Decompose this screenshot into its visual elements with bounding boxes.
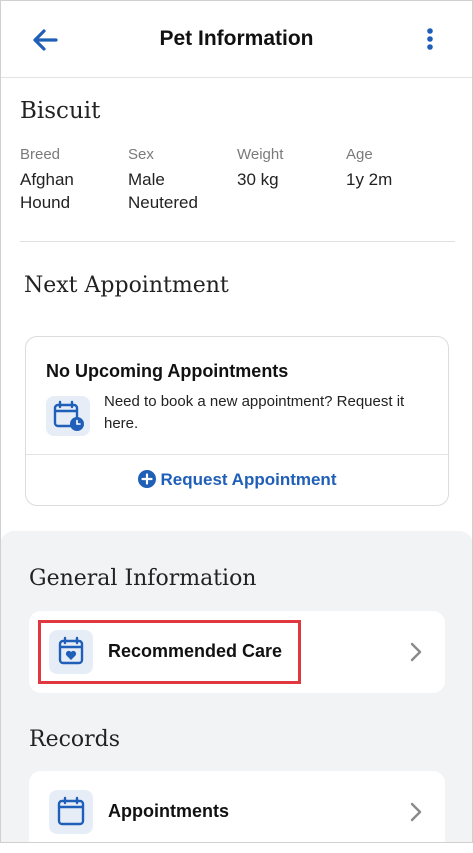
attribute-value: Male: [128, 170, 165, 189]
chevron-right-icon: [410, 802, 422, 822]
calendar-clock-icon: [46, 396, 90, 436]
recommended-care-item[interactable]: Recommended Care: [29, 611, 445, 693]
pet-attribute-weight: Weight 30 kg: [237, 146, 283, 191]
attribute-value: 30 kg: [237, 170, 279, 189]
calendar-icon: [49, 790, 93, 834]
pet-name: Biscuit: [20, 98, 101, 124]
attribute-value: Afghan: [20, 170, 74, 189]
calendar-heart-icon: [49, 630, 93, 674]
attribute-value: 1y 2m: [346, 170, 393, 189]
plus-circle-icon: [137, 470, 156, 493]
attribute-value: Hound: [20, 193, 71, 212]
attribute-label: Age: [346, 146, 373, 163]
recommended-care-label: Recommended Care: [108, 641, 283, 661]
attribute-value: Neutered: [128, 193, 198, 212]
card-divider: [26, 454, 448, 455]
pet-attribute-age: Age 1y 2m: [346, 146, 392, 191]
request-appointment-button[interactable]: Request Appointment: [26, 470, 448, 493]
appointments-label: Appointments: [108, 801, 229, 821]
app-header: Pet Information: [0, 0, 473, 78]
appointment-card-heading: No Upcoming Appointments: [46, 361, 289, 381]
divider: [20, 241, 455, 242]
attribute-label: Sex: [128, 146, 154, 163]
appointments-item[interactable]: Appointments: [29, 771, 445, 853]
pet-attribute-sex: Sex Male Neutered: [128, 146, 198, 214]
page-title: Pet Information: [159, 27, 314, 50]
attribute-label: Weight: [237, 146, 284, 163]
records-title: Records: [29, 727, 121, 752]
general-information-title: General Information: [29, 566, 257, 591]
vertical-dots-icon: [427, 28, 433, 50]
appointment-card-text: Need to book a new appointment? Request …: [104, 393, 405, 432]
attribute-label: Breed: [20, 146, 61, 163]
next-appointment-title: Next Appointment: [24, 273, 229, 298]
chevron-right-icon: [410, 642, 422, 662]
pet-attribute-breed: Breed Afghan Hound: [20, 146, 74, 214]
appointment-card: No Upcoming Appointments Need to book a …: [25, 336, 449, 506]
request-appointment-label: Request Appointment: [160, 470, 337, 489]
more-options-button[interactable]: [420, 26, 440, 54]
